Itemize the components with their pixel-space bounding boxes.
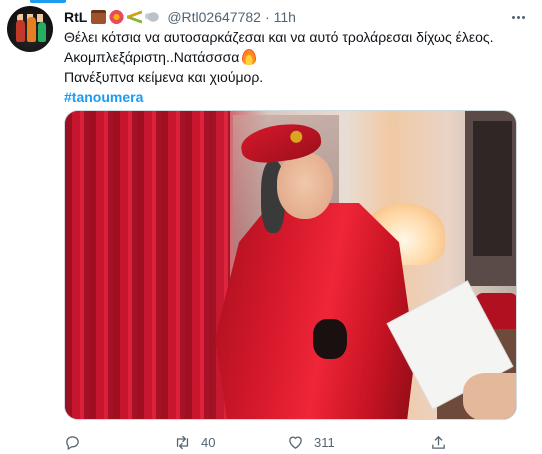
heart-icon [289,436,302,449]
retweet-count: 40 [201,434,216,450]
timestamp[interactable]: 11h [274,9,296,25]
share-icon [432,435,445,449]
fire-icon [242,49,257,65]
avatar[interactable] [7,6,53,52]
red-curtain [65,111,230,419]
more-options-icon[interactable] [508,8,528,26]
wall-frame [465,111,516,286]
tweet-text: Θέλει κότσια να αυτοσαρκάζεσαι και να αυ… [64,27,524,107]
black-cup [313,319,347,359]
hand [463,373,516,419]
separator-dot: · [264,9,270,25]
share-button[interactable] [430,432,447,452]
tweet-actions: 40 311 [64,432,484,452]
retweet-button[interactable]: 40 [174,432,215,452]
briefcase-icon [91,10,107,24]
top-accent-bar [30,0,66,3]
hashtag-link[interactable]: #tanoumera [64,89,143,105]
like-button[interactable]: 311 [287,432,335,452]
display-name[interactable]: RtL [64,9,87,25]
like-count: 311 [314,434,335,450]
sheaf-icon [127,10,143,24]
tweet-header: RtL @Rtl02647782 · 11h [64,8,296,26]
tweet-line-1: Θέλει κότσια να αυτοσαρκάζεσαι και να αυ… [64,29,494,45]
flower-icon [109,10,125,24]
reply-icon [66,435,79,450]
tweet-line-3: Πανέξυπνα κείμενα και χιούμορ. [64,69,264,85]
reply-button[interactable] [64,432,91,452]
red-robe [215,203,415,419]
retweet-icon [176,435,189,449]
user-handle[interactable]: @Rtl02647782 [167,9,261,25]
tweet-photo[interactable] [64,110,517,420]
face [277,153,333,219]
dove-icon [145,10,161,24]
tweet-line-2: Ακομπλεξάριστη..Νατάσσσα [64,49,240,65]
